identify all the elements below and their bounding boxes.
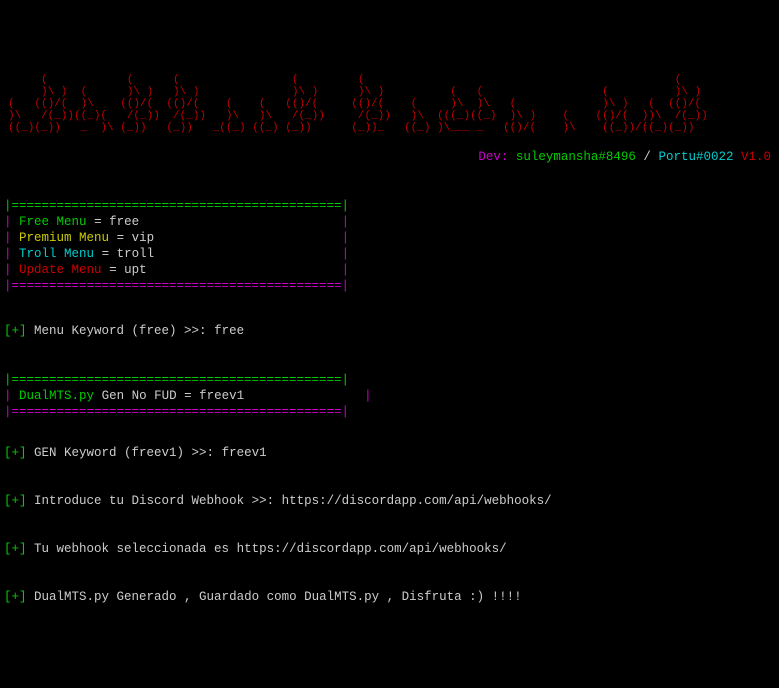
gen-menu-label: DualMTS.py bbox=[19, 389, 94, 403]
prompt-marker: [+] bbox=[4, 494, 27, 508]
prompt-marker: [+] bbox=[4, 542, 27, 556]
webhook-prompt-text: Introduce tu Discord Webhook >>: bbox=[34, 494, 274, 508]
webhook-confirm-line: [+] Tu webhook seleccionada es https://d… bbox=[0, 542, 779, 556]
prompt-marker: [+] bbox=[4, 590, 27, 604]
prompt-input-free[interactable]: free bbox=[214, 324, 244, 338]
menu-item-free-value: free bbox=[109, 215, 139, 229]
dev-label: Dev: bbox=[478, 150, 508, 164]
terminal-output[interactable]: ( ( ( ( ( ( )\ ) ( )\ ) )\ ) )\ ) )\ ) (… bbox=[0, 56, 779, 618]
menu-item-premium-value: vip bbox=[132, 231, 155, 245]
prompt-marker: [+] bbox=[4, 446, 27, 460]
prompt-input-freev1[interactable]: freev1 bbox=[222, 446, 267, 460]
dev-sep: / bbox=[643, 150, 651, 164]
menu-block: |=======================================… bbox=[0, 198, 779, 294]
menu-item-update-label: Update Menu bbox=[19, 263, 102, 277]
ascii-banner: ( ( ( ( ( ( )\ ) ( )\ ) )\ ) )\ ) )\ ) (… bbox=[0, 70, 779, 134]
webhook-confirm-value: https://discordapp.com/api/webhooks/ bbox=[237, 542, 507, 556]
gen-menu-text: Gen No FUD = bbox=[102, 389, 192, 403]
prompt-gen-keyword[interactable]: [+] GEN Keyword (freev1) >>: freev1 bbox=[0, 446, 779, 460]
webhook-prompt-value[interactable]: https://discordapp.com/api/webhooks/ bbox=[282, 494, 552, 508]
menu-divider-top: |=======================================… bbox=[4, 199, 349, 213]
webhook-prompt-line[interactable]: [+] Introduce tu Discord Webhook >>: htt… bbox=[0, 494, 779, 508]
menu-item-troll-value: troll bbox=[117, 247, 155, 261]
dev-user2: Portu#0022 bbox=[658, 150, 733, 164]
menu-item-premium-label: Premium Menu bbox=[19, 231, 109, 245]
gen-divider-top: |=======================================… bbox=[4, 373, 349, 387]
gen-menu-value: freev1 bbox=[199, 389, 244, 403]
prompt-text: Menu Keyword (free) >>: bbox=[34, 324, 207, 338]
dev-credits: Dev: suleymansha#8496 / Portu#0022 V1.0 bbox=[0, 148, 779, 164]
dev-user1: suleymansha#8496 bbox=[516, 150, 636, 164]
generated-text: DualMTS.py Generado , Guardado como Dual… bbox=[34, 590, 522, 604]
prompt-menu-keyword[interactable]: [+] Menu Keyword (free) >>: free bbox=[0, 324, 779, 338]
prompt-text: GEN Keyword (freev1) >>: bbox=[34, 446, 214, 460]
generated-line: [+] DualMTS.py Generado , Guardado como … bbox=[0, 590, 779, 604]
menu-divider-bottom: |=======================================… bbox=[4, 279, 349, 293]
menu-item-update-value: upt bbox=[124, 263, 147, 277]
menu-item-free-label: Free Menu bbox=[19, 215, 87, 229]
dev-version: V1.0 bbox=[741, 150, 771, 164]
prompt-marker: [+] bbox=[4, 324, 27, 338]
gen-menu-block: |=======================================… bbox=[0, 372, 779, 420]
menu-item-troll-label: Troll Menu bbox=[19, 247, 94, 261]
gen-divider-bottom: |=======================================… bbox=[4, 405, 349, 419]
webhook-confirm-text: Tu webhook seleccionada es bbox=[34, 542, 229, 556]
